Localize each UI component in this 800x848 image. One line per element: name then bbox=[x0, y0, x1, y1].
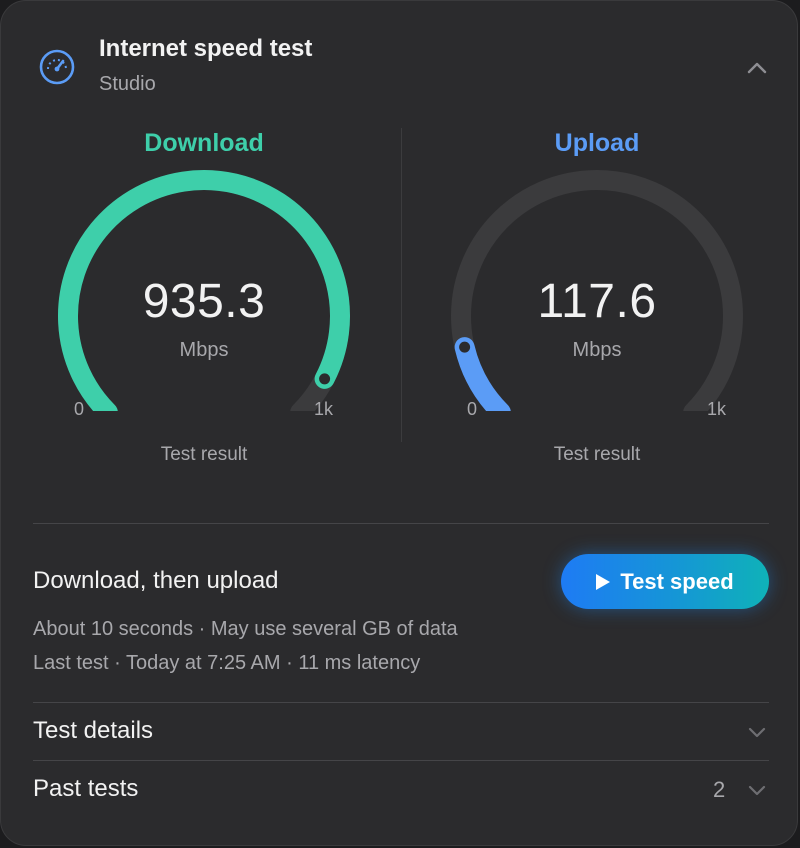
download-unit: Mbps bbox=[179, 339, 229, 361]
upload-caption: Test result bbox=[553, 444, 641, 465]
section-divider bbox=[33, 523, 769, 524]
play-icon bbox=[596, 573, 611, 590]
test-speed-button-label: Test speed bbox=[620, 568, 734, 594]
past-tests-toggle[interactable]: Past tests bbox=[33, 775, 138, 803]
upload-min-tick: 0 bbox=[467, 399, 478, 419]
download-max-tick: 1k bbox=[314, 399, 334, 419]
download-caption: Test result bbox=[160, 444, 248, 465]
test-details-toggle[interactable]: Test details bbox=[33, 717, 153, 745]
chevron-down-icon[interactable] bbox=[745, 780, 769, 800]
download-min-tick: 0 bbox=[74, 399, 85, 419]
gauge-divider bbox=[401, 128, 402, 442]
upload-unit: Mbps bbox=[572, 339, 622, 361]
download-label: Download bbox=[144, 129, 264, 157]
test-speed-button[interactable]: Test speed bbox=[561, 554, 769, 609]
card-title: Internet speed test bbox=[99, 35, 313, 62]
test-mode-title: Download, then upload bbox=[33, 567, 279, 594]
card-subtitle: Studio bbox=[99, 73, 156, 95]
upload-value: 117.6 bbox=[537, 275, 657, 328]
chevron-down-icon[interactable] bbox=[745, 722, 769, 742]
download-gauge-knob bbox=[316, 370, 334, 388]
download-value: 935.3 bbox=[142, 275, 266, 328]
chevron-up-icon[interactable] bbox=[741, 55, 773, 81]
duration-note: About 10 seconds · May use several GB of… bbox=[33, 618, 458, 640]
past-tests-count: 2 bbox=[713, 777, 726, 802]
upload-label: Upload bbox=[554, 129, 640, 157]
last-test-info: Last test · Today at 7:25 AM · 11 ms lat… bbox=[33, 652, 421, 674]
speed-test-card: Internet speed test Studio Download 935.… bbox=[0, 0, 798, 846]
speedometer-icon bbox=[39, 49, 75, 85]
section-divider bbox=[33, 702, 769, 703]
section-divider bbox=[33, 760, 769, 761]
upload-max-tick: 1k bbox=[707, 399, 727, 419]
